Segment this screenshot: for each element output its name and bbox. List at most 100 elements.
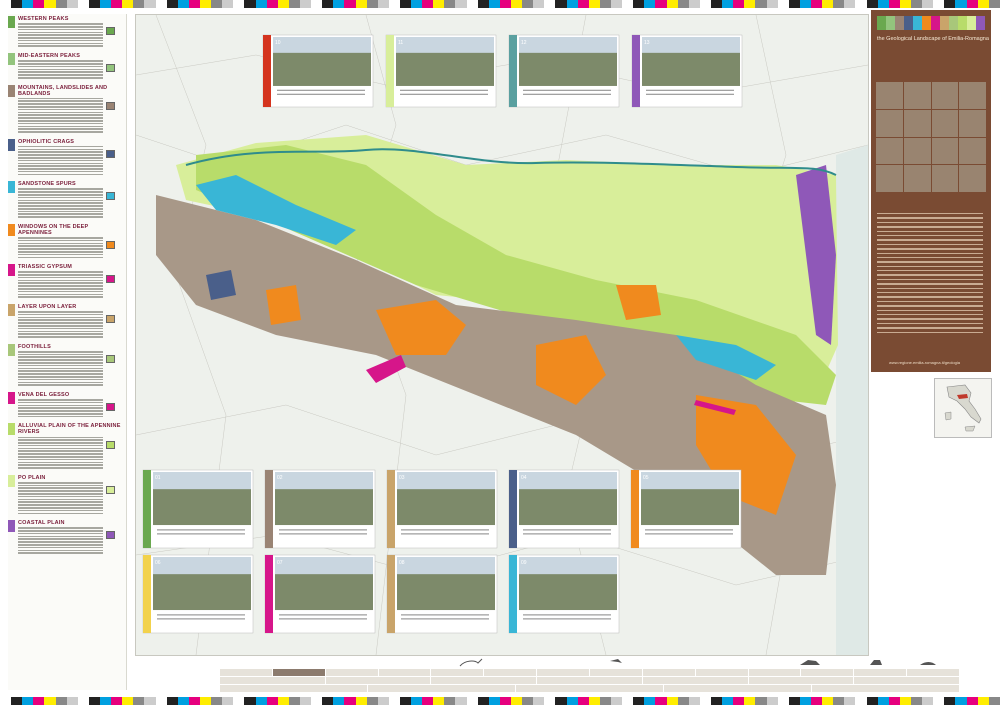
photo-card[interactable]: 13 (631, 34, 743, 108)
photo-card[interactable]: 07 (264, 554, 376, 634)
legend-text-line (18, 549, 103, 552)
legend-text-line (18, 493, 103, 495)
legend-text-line (18, 535, 103, 538)
legend-text-line (18, 412, 103, 415)
legend-text-line (18, 296, 103, 298)
photo-number: 03 (399, 475, 405, 481)
legend-text-line (18, 23, 103, 25)
legend-text-line (18, 245, 103, 247)
legend-text-line (18, 330, 103, 333)
legend-section-title: Mid-Eastern Peaks (18, 53, 81, 60)
legend-text-line (18, 239, 103, 242)
photo-card[interactable]: 01 (142, 469, 254, 549)
legend-text-line (18, 210, 103, 213)
photo-card[interactable]: 12 (508, 34, 620, 108)
panel-credits (871, 210, 991, 333)
photo-card[interactable]: 02 (264, 469, 376, 549)
legend-section: Western Peaks (8, 14, 126, 51)
legend-text-line (18, 375, 103, 378)
photo-card[interactable]: 03 (386, 469, 498, 549)
photo-card[interactable]: 05 (630, 469, 742, 549)
panel-url[interactable]: www.regione.emilia-romagna.it/geologia (889, 360, 960, 365)
legend-text-line (18, 552, 103, 554)
legend-text-line (18, 378, 103, 381)
legend-text-line (18, 45, 103, 48)
legend-text-line (18, 159, 103, 162)
legend-section-title: Po Plain (18, 474, 46, 481)
legend-text-line (18, 202, 103, 204)
photo-color-tab (387, 470, 395, 548)
ophiolitic-crags-zone (206, 270, 236, 300)
photo-number: 05 (643, 475, 649, 481)
legend-number-tab (8, 343, 15, 356)
info-panel: the Geological Landscape of Emilia-Romag… (871, 10, 991, 372)
legend-text-line (18, 538, 103, 540)
legend-number-tab (8, 423, 15, 436)
legend-text-line (18, 501, 103, 503)
photo-card[interactable]: 10 (262, 34, 374, 108)
top-color-bar (0, 0, 1000, 8)
photo-number: 13 (644, 40, 650, 46)
legend-column: Western Peaks Mid-Eastern Peaks Mountains,… (8, 14, 127, 690)
legend-section: Windows on the Deep Apennines (8, 222, 126, 262)
legend-text-line (18, 74, 103, 76)
legend-swatch (106, 315, 115, 324)
geologic-timeline (220, 668, 961, 692)
legend-number-tab (8, 391, 15, 404)
legend-text-line (18, 541, 103, 543)
legend-text-line (18, 527, 103, 529)
photo-card[interactable]: 09 (508, 554, 620, 634)
legend-text-line (18, 325, 103, 327)
photo-color-tab (509, 35, 517, 107)
photo-card[interactable]: 06 (142, 554, 254, 634)
legend-text-line (18, 504, 103, 506)
legend-text-line (18, 461, 103, 464)
legend-text-line (18, 444, 103, 447)
photo-number: 11 (398, 40, 403, 46)
legend-text-line (18, 313, 103, 316)
legend-number-tab (8, 474, 15, 487)
legend-swatch (106, 485, 115, 494)
legend-text-line (18, 316, 103, 319)
legend-text-line (18, 322, 103, 324)
photo-card[interactable]: 04 (508, 469, 620, 549)
photo-number: 12 (521, 40, 527, 46)
photo-card[interactable]: 11 (385, 34, 497, 108)
photo-color-tab (387, 555, 395, 633)
legend-swatch (106, 275, 115, 284)
legend-text-line (18, 467, 103, 469)
photo-card[interactable]: 08 (386, 554, 498, 634)
legend-text-line (18, 407, 103, 409)
legend-section-title: Windows on the Deep Apennines (18, 223, 89, 236)
legend-swatch (106, 27, 115, 36)
geological-map[interactable]: 10 11 12 13 01 02 03 04 05 06 07 08 09 (135, 14, 869, 656)
legend-text-line (18, 384, 103, 386)
legend-text-line (18, 370, 103, 372)
legend-text-line (18, 156, 103, 159)
legend-text-line (18, 512, 103, 515)
legend-text-line (18, 68, 103, 71)
photo-number: 06 (155, 560, 161, 566)
legend-section: Foothills (8, 342, 126, 390)
legend-text-line (18, 373, 103, 375)
legend-section: Po Plain (8, 473, 126, 518)
pterosaur-icon (610, 659, 622, 663)
legend-text-line (18, 34, 103, 36)
legend-section-title: Triassic Gypsum (18, 264, 73, 271)
legend-section: Alluvial Plain of the Apennine Rivers (8, 421, 126, 472)
legend-text-line (18, 207, 103, 210)
legend-text-line (18, 532, 103, 535)
legend-section-title: Western Peaks (18, 16, 69, 22)
legend-text-line (18, 250, 103, 253)
legend-section-title: Mountains, Landslides and Badlands (18, 84, 108, 97)
legend-text-line (18, 458, 103, 461)
legend-text-line (18, 279, 103, 282)
legend-text-line (18, 28, 103, 31)
legend-text-line (18, 436, 103, 439)
legend-text-line (18, 76, 103, 79)
dinosaur-icon (800, 660, 820, 665)
legend-text-line (18, 285, 103, 287)
legend-text-line (18, 194, 103, 196)
legend-text-line (18, 42, 103, 45)
legend-number-tab (8, 84, 15, 97)
